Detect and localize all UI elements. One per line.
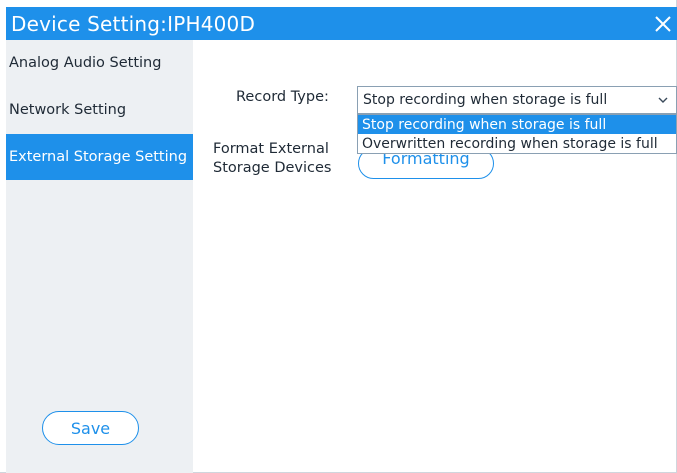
- format-label-line2: Storage Devices: [213, 160, 332, 176]
- close-icon: [655, 15, 671, 32]
- record-type-label: Record Type:: [236, 89, 329, 105]
- sidebar-item-network[interactable]: Network Setting: [6, 87, 193, 133]
- record-type-dropdown: Stop recording when storage is full Over…: [357, 114, 677, 154]
- sidebar-item-label: External Storage Setting: [9, 149, 188, 165]
- sidebar-item-analog-audio[interactable]: Analog Audio Setting: [6, 40, 193, 86]
- sidebar: Analog Audio Setting Network Setting Ext…: [6, 40, 193, 473]
- format-label: Format External: [213, 141, 329, 157]
- sidebar-item-label: Network Setting: [9, 102, 127, 118]
- sidebar-item-label: Analog Audio Setting: [9, 55, 162, 71]
- chevron-down-icon: [656, 93, 670, 107]
- close-button[interactable]: [649, 7, 677, 40]
- record-type-option[interactable]: Overwritten recording when storage is fu…: [358, 134, 676, 153]
- sidebar-item-external-storage[interactable]: External Storage Setting: [6, 134, 193, 180]
- record-type-value: Stop recording when storage is full: [363, 92, 608, 108]
- save-button[interactable]: Save: [42, 411, 139, 445]
- window-title: Device Setting:IPH400D: [11, 11, 256, 36]
- record-type-option[interactable]: Stop recording when storage is full: [358, 115, 676, 134]
- record-type-select[interactable]: Stop recording when storage is full: [357, 86, 677, 114]
- title-bar: Device Setting:IPH400D: [6, 7, 677, 40]
- settings-window: Device Setting:IPH400D Analog Audio Sett…: [0, 0, 677, 473]
